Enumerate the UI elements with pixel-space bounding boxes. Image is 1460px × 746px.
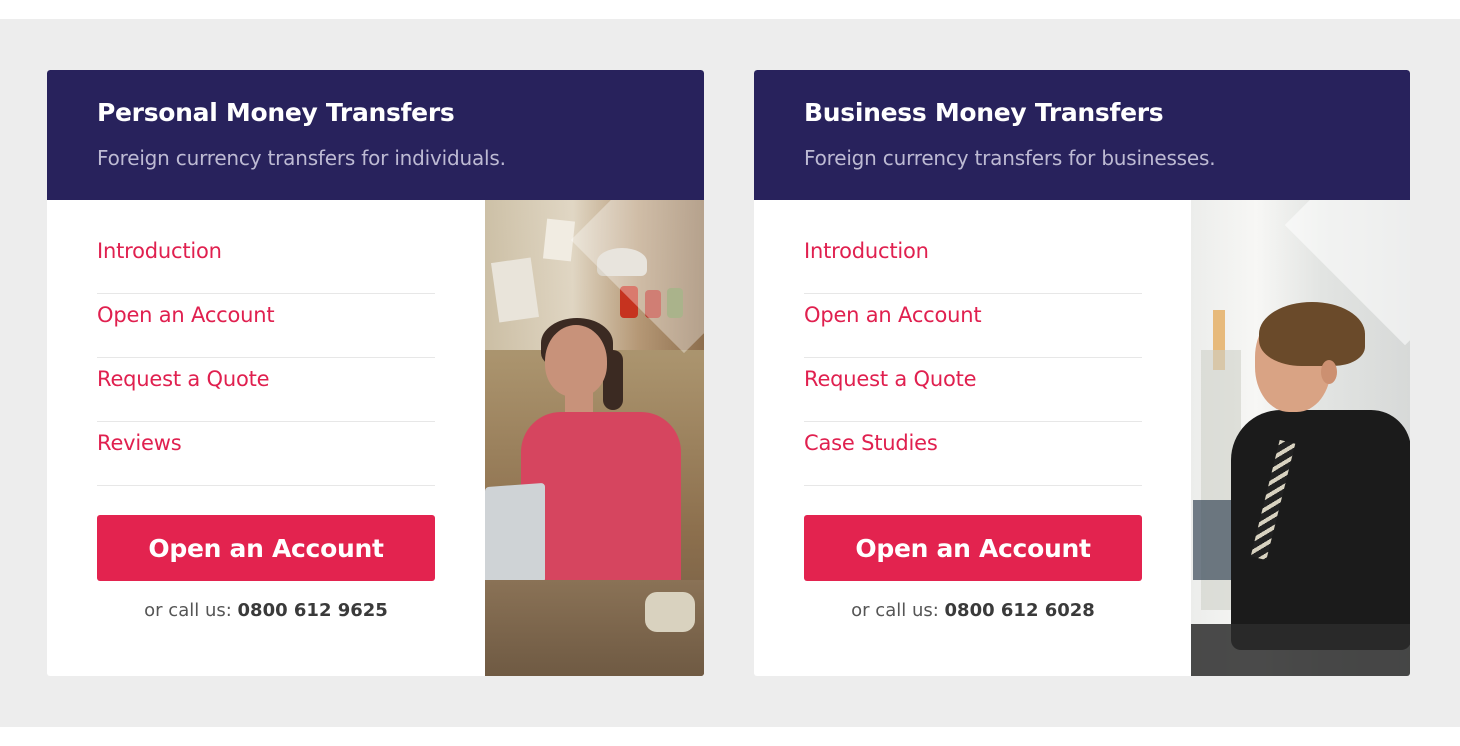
card-subtitle: Foreign currency transfers for businesse… <box>804 146 1216 170</box>
call-us-line: or call us: 0800 612 6028 <box>804 600 1142 621</box>
list-item: Open an Account <box>804 294 1142 358</box>
personal-customer-photo <box>485 200 704 676</box>
business-nav-list: Introduction Open an Account Request a Q… <box>804 230 1142 486</box>
personal-transfers-card: Personal Money Transfers Foreign currenc… <box>47 70 704 676</box>
personal-nav-list: Introduction Open an Account Request a Q… <box>97 230 435 486</box>
nav-link-introduction[interactable]: Introduction <box>97 230 435 263</box>
list-item: Request a Quote <box>804 358 1142 422</box>
card-title: Personal Money Transfers <box>97 98 455 127</box>
open-account-button[interactable]: Open an Account <box>804 515 1142 581</box>
nav-link-reviews[interactable]: Reviews <box>97 422 435 455</box>
phone-number-link[interactable]: 0800 612 9625 <box>238 600 388 621</box>
card-header: Business Money Transfers Foreign currenc… <box>754 70 1410 200</box>
call-us-line: or call us: 0800 612 9625 <box>97 600 435 621</box>
list-item: Request a Quote <box>97 358 435 422</box>
card-subtitle: Foreign currency transfers for individua… <box>97 146 506 170</box>
nav-link-introduction[interactable]: Introduction <box>804 230 1142 263</box>
business-transfers-card: Business Money Transfers Foreign currenc… <box>754 70 1410 676</box>
nav-link-case-studies[interactable]: Case Studies <box>804 422 1142 455</box>
phone-number-link[interactable]: 0800 612 6028 <box>945 600 1095 621</box>
list-item: Case Studies <box>804 422 1142 486</box>
nav-link-open-account[interactable]: Open an Account <box>804 294 1142 327</box>
list-item: Reviews <box>97 422 435 486</box>
list-item: Open an Account <box>97 294 435 358</box>
card-header: Personal Money Transfers Foreign currenc… <box>47 70 704 200</box>
card-title: Business Money Transfers <box>804 98 1164 127</box>
call-us-prefix: or call us: <box>144 600 232 621</box>
list-item: Introduction <box>97 230 435 294</box>
nav-link-open-account[interactable]: Open an Account <box>97 294 435 327</box>
call-us-prefix: or call us: <box>851 600 939 621</box>
nav-link-request-quote[interactable]: Request a Quote <box>97 358 435 391</box>
open-account-button[interactable]: Open an Account <box>97 515 435 581</box>
list-item: Introduction <box>804 230 1142 294</box>
business-customer-photo <box>1191 200 1410 676</box>
nav-link-request-quote[interactable]: Request a Quote <box>804 358 1142 391</box>
